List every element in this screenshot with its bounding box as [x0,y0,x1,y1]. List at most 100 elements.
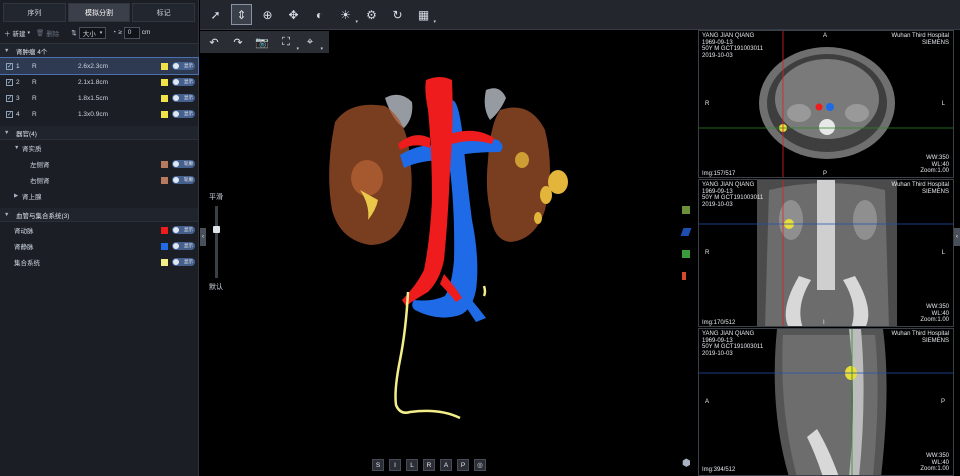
3d-viewport[interactable]: ➚ ⇕ ⊕ ✥ ◐ ☀ ▾ ⚙ ↻ ▦ ▾ ↶ ↷ 📷 ⛶ ▾ ⌖ ▾ ‹ 平滑 默认 [200,0,960,476]
window-info: WW:350 WL:40 Zoom:1.00 [920,155,949,174]
pan-tool[interactable]: ✥ [283,4,304,25]
pointer-tool[interactable]: ➚ [205,4,226,25]
tumor-row[interactable]: ✓ 1 R 2.6x2.3cm 显示 [0,57,199,75]
tumor-row[interactable]: ✓ 3 R 1.8x1.5cm 显示 [0,90,198,106]
crosshair-button[interactable]: ⌖ ▾ [300,33,323,53]
checkbox[interactable]: ✓ [6,78,13,86]
visibility-toggle[interactable]: 显示 [172,62,195,70]
caret-down-icon: ▼ [4,211,10,218]
redo-button[interactable]: ↷ [228,33,248,51]
tumor-section-header[interactable]: ▼ 肾肿瘤 4个 [0,44,198,58]
color-swatch[interactable] [161,242,168,250]
capture-region-button[interactable]: ⛶ ▾ [276,33,299,53]
view-anterior-button[interactable]: A [440,459,452,471]
organ-section-title: 器官(4) [16,130,37,138]
view-posterior-button[interactable]: P [457,459,469,471]
view-toolbar: ↶ ↷ 📷 ⛶ ▾ ⌖ ▾ [200,31,329,53]
view-left-button[interactable]: L [406,459,418,471]
visibility-toggle[interactable]: 显示 [172,110,195,118]
sort-select[interactable]: 大小 ▾ [78,26,107,39]
orientation-buttons: S I L R A P ◎ [372,459,486,471]
contrast-tool[interactable]: ◐ [309,4,330,25]
vessel-row[interactable]: 集合系统 显示 [0,254,198,270]
tumor-side: R [32,94,37,102]
new-button[interactable]: ＋ 新建 ▾ [4,28,30,38]
view-superior-button[interactable]: S [372,459,384,471]
chevron-down-icon: ▾ [296,46,299,52]
sagittal-view[interactable]: YANG JIAN QIANG 1969-09-13 50Y M GCT191003… [698,328,954,476]
color-swatch[interactable] [161,110,168,118]
vessel-row[interactable]: 肾静脉 显示 [0,238,198,254]
volume-icon[interactable] [682,206,690,214]
screenshot-button[interactable]: 📷 [252,33,272,51]
contour-toggle[interactable]: 轮廓 [172,176,195,184]
orientation-label: P [823,171,828,177]
hospital-info: Wuhan Third Hospital SIEMENS [891,331,949,344]
tab-marks[interactable]: 标记 [132,3,196,22]
coronal-view[interactable]: YANG JIAN QIANG 1969-09-13 50Y M GCT191003… [698,179,954,327]
color-swatch[interactable] [161,258,168,266]
tumor-number: 4 [16,110,20,118]
organ-group-row[interactable]: ▼ 肾实质 [0,140,198,156]
view-inferior-button[interactable]: I [389,459,401,471]
target-icon: ◎ [477,462,483,469]
checkbox[interactable]: ✓ [6,62,13,70]
settings-tool[interactable]: ⚙ [361,4,382,25]
color-swatch[interactable] [161,160,168,168]
axial-view[interactable]: YANG JIAN QIANG 1969-09-13 50Y M GCT191003… [698,30,954,178]
visibility-toggle[interactable]: 显示 [172,242,195,250]
tab-segmentation[interactable]: 模拟分割 [67,3,131,22]
3d-cube-icon[interactable]: ⬢ [682,458,694,470]
color-swatch[interactable] [161,226,168,234]
surface-icon[interactable] [680,228,692,236]
collapse-right-panel-button[interactable]: ‹ [954,228,960,246]
color-swatch[interactable] [161,94,168,102]
tumor-size: 1.8x1.5cm [78,94,108,102]
organ-row[interactable]: 右侧肾 轮廓 [0,172,198,188]
organ-group-row-collapsed[interactable]: ▶ 肾上腺 [0,188,198,204]
slice-icon[interactable] [682,272,686,280]
vessel-section-header[interactable]: ▼ 血管与集合系统(3) [0,208,198,222]
organ-group-label: 肾上腺 [22,194,42,201]
undo-button[interactable]: ↶ [204,33,224,51]
tumor-mass [540,186,552,204]
zoom-tool[interactable]: ⊕ [257,4,278,25]
visibility-toggle[interactable]: 显示 [172,226,195,234]
sort-icon: ⇅ [71,29,77,37]
delete-button[interactable]: 🗑 删除 [36,28,59,38]
sort-control[interactable]: ⇅ 大小 ▾ [71,26,107,39]
checkbox[interactable]: ✓ [6,110,13,118]
kidney-3d-render[interactable] [200,60,694,430]
organ-section-header[interactable]: ▼ 器官(4) [0,126,198,140]
organ-row[interactable]: 左侧肾 轮廓 [0,156,198,172]
layout-tool[interactable]: ▦ ▾ [413,4,436,26]
visibility-toggle[interactable]: 显示 [172,258,195,266]
visibility-toggle[interactable]: 显示 [172,78,195,86]
color-swatch[interactable] [161,78,168,86]
patient-info: YANG JIAN QIANG 1969-09-13 50Y M GCT191003… [702,33,764,59]
color-swatch[interactable] [161,176,168,184]
vessel-section-title: 血管与集合系统(3) [16,212,70,220]
brightness-tool[interactable]: ☀ ▾ [335,4,358,26]
contour-toggle[interactable]: 轮廓 [172,160,195,168]
adjust-tool[interactable]: ⇕ [231,4,252,25]
camera-icon: 📷 [255,36,269,49]
checkbox[interactable]: ✓ [6,94,13,102]
view-right-button[interactable]: R [423,459,435,471]
vessel-label: 肾静脉 [14,244,34,251]
tab-series[interactable]: 序列 [3,3,66,22]
visibility-toggle[interactable]: 显示 [172,94,195,102]
color-swatch[interactable] [161,62,168,70]
orientation-label: L [941,101,945,107]
vessel-label: 肾动脉 [14,228,34,235]
threshold-input[interactable]: 0 [123,26,140,39]
vessel-row[interactable]: 肾动脉 显示 [0,222,198,238]
reset-orientation-button[interactable]: ◎ [474,459,486,471]
tumor-row[interactable]: ✓ 4 R 1.3x0.9cm 显示 [0,106,198,122]
window-info: WW:350 WL:40 Zoom:1.00 [920,304,949,323]
tumor-mass [515,152,529,168]
tumor-row[interactable]: ✓ 2 R 2.1x1.8cm 显示 [0,74,198,90]
mesh-icon[interactable] [682,250,690,258]
orientation-label: A [705,399,710,405]
reset-tool[interactable]: ↻ [387,4,408,25]
